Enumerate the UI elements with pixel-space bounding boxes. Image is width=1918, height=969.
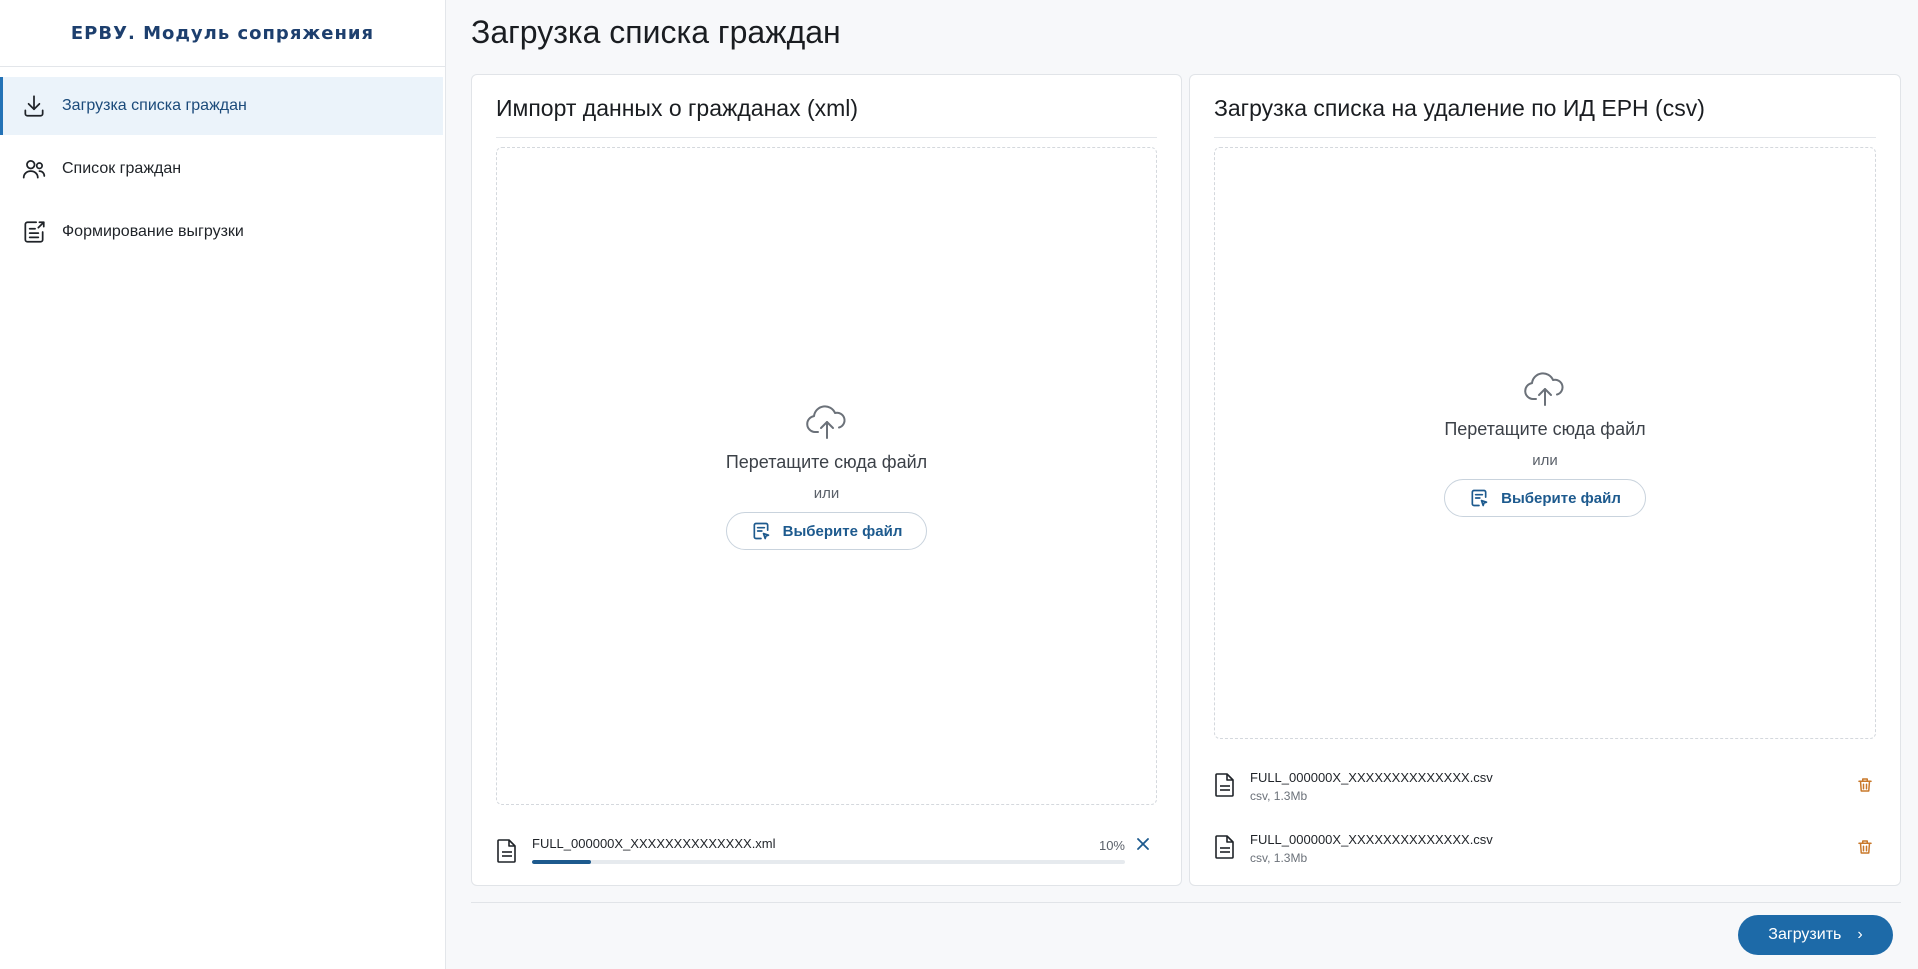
panel-title: Загрузка списка на удаление по ИД ЕРН (c… bbox=[1214, 95, 1705, 121]
dropzone-or: или bbox=[1532, 452, 1558, 469]
submit-label: Загрузить bbox=[1768, 926, 1842, 943]
file-icon bbox=[1214, 834, 1238, 862]
choose-file-label: Выберите файл bbox=[782, 522, 903, 540]
choose-file-label: Выберите файл bbox=[1501, 489, 1621, 507]
sidebar-item-citizens-list[interactable]: Список граждан bbox=[0, 140, 445, 198]
file-info: FULL_000000X_XXXXXXXXXXXXXX.csv csv, 1.3… bbox=[1250, 832, 1856, 865]
file-select-icon bbox=[751, 521, 771, 541]
csv-file-row: FULL_000000X_XXXXXXXXXXXXXX.csv csv, 1.3… bbox=[1214, 761, 1876, 811]
users-icon bbox=[20, 155, 48, 183]
dropzone-text: Перетащите сюда файл bbox=[725, 452, 928, 472]
divider bbox=[1214, 137, 1876, 138]
sidebar-item-label: Список граждан bbox=[62, 160, 182, 177]
progress-track bbox=[532, 860, 1125, 864]
download-icon bbox=[20, 92, 48, 120]
xml-import-panel: Импорт данных о гражданах (xml) Перетащи… bbox=[471, 74, 1182, 886]
panel-title: Импорт данных о гражданах (xml) bbox=[496, 95, 859, 121]
file-name: FULL_000000X_XXXXXXXXXXXXXX.csv bbox=[1250, 769, 1493, 785]
file-info: FULL_000000X_XXXXXXXXXXXXXX.csv csv, 1.3… bbox=[1250, 770, 1856, 803]
progress-fill bbox=[532, 860, 592, 864]
sidebar: ЕРВУ. Модуль сопряжения Загрузка списка … bbox=[0, 0, 446, 969]
chevron-right-icon: › bbox=[1857, 926, 1863, 943]
file-icon bbox=[1214, 772, 1238, 800]
csv-dropzone[interactable]: Перетащите сюда файл или Выберите файл bbox=[1214, 147, 1876, 739]
sidebar-item-upload-citizens[interactable]: Загрузка списка граждан bbox=[0, 77, 443, 135]
dropzone-or: или bbox=[813, 485, 840, 502]
app-title: ЕРВУ. Модуль сопряжения bbox=[0, 0, 445, 67]
sidebar-item-label: Загрузка списка граждан bbox=[62, 97, 247, 114]
file-name: FULL_000000X_XXXXXXXXXXXXXX.csv bbox=[1250, 831, 1493, 847]
file-meta: csv, 1.3Mb bbox=[1250, 788, 1308, 803]
cloud-upload-icon bbox=[804, 402, 850, 442]
xml-dropzone[interactable]: Перетащите сюда файл или Выберите файл bbox=[496, 147, 1157, 805]
submit-upload-button[interactable]: Загрузить › bbox=[1738, 915, 1893, 955]
sidebar-item-export[interactable]: Формирование выгрузки bbox=[0, 203, 445, 261]
sidebar-item-label: Формирование выгрузки bbox=[62, 223, 244, 240]
file-name: FULL_000000X_XXXXXXXXXXXXXX.xml bbox=[532, 836, 776, 851]
sidebar-nav: Загрузка списка граждан Список граждан Ф… bbox=[0, 67, 445, 261]
file-select-icon bbox=[1469, 488, 1489, 508]
csv-file-row: FULL_000000X_XXXXXXXXXXXXXX.csv csv, 1.3… bbox=[1214, 823, 1876, 873]
export-document-icon bbox=[20, 218, 48, 246]
cloud-upload-icon bbox=[1522, 369, 1568, 409]
footer-divider bbox=[471, 902, 1901, 903]
close-icon[interactable] bbox=[1135, 836, 1151, 852]
divider bbox=[496, 137, 1157, 138]
trash-icon[interactable] bbox=[1856, 838, 1876, 858]
choose-file-button[interactable]: Выберите файл bbox=[1444, 479, 1646, 517]
xml-upload-row: FULL_000000X_XXXXXXXXXXXXXX.xml 10% bbox=[496, 827, 1157, 877]
dropzone-text: Перетащите сюда файл bbox=[1444, 419, 1646, 439]
progress-percent: 10% bbox=[1098, 838, 1125, 853]
trash-icon[interactable] bbox=[1856, 776, 1876, 796]
page-title: Загрузка списка граждан bbox=[471, 14, 841, 50]
file-icon bbox=[496, 838, 520, 866]
file-meta: csv, 1.3Mb bbox=[1250, 850, 1308, 865]
csv-delete-panel: Загрузка списка на удаление по ИД ЕРН (c… bbox=[1189, 74, 1901, 886]
upload-progress: FULL_000000X_XXXXXXXXXXXXXX.xml 10% bbox=[532, 832, 1157, 872]
choose-file-button[interactable]: Выберите файл bbox=[725, 512, 928, 550]
